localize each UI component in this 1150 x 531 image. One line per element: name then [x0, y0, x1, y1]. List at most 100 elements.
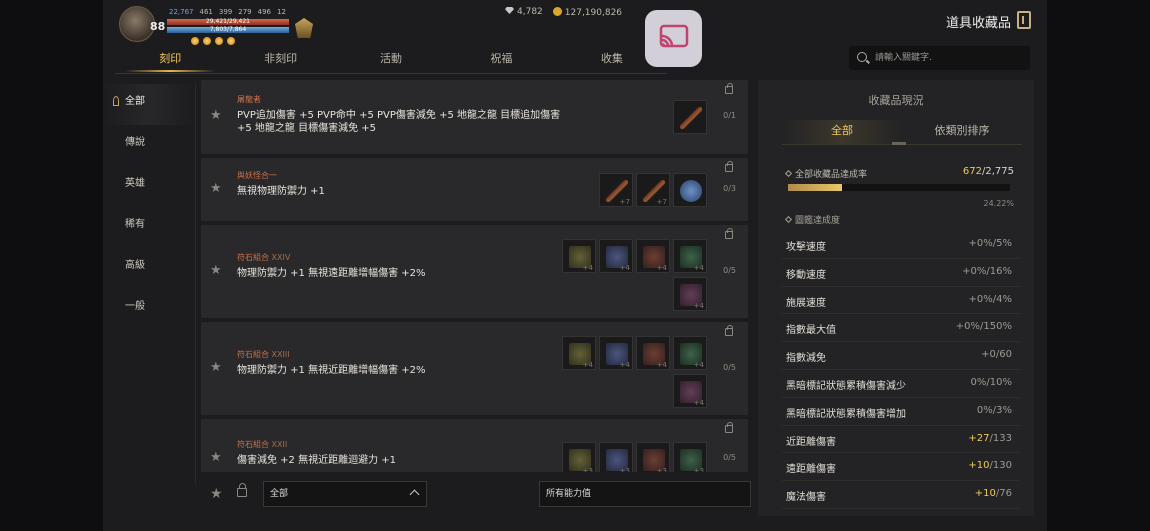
- item-slot[interactable]: +3: [673, 442, 707, 472]
- collection-item[interactable]: ★ 與妖怪合一無視物理防禦力 +1 0/3 +7 +7: [201, 158, 748, 221]
- ability-filter-dropdown[interactable]: 所有能力值: [539, 481, 751, 507]
- lock-icon[interactable]: [725, 325, 733, 336]
- tab-engraved[interactable]: 刻印: [115, 44, 225, 74]
- item-slot[interactable]: +4: [673, 239, 707, 273]
- lock-icon[interactable]: [725, 161, 733, 172]
- stat-label: 黑暗標記狀態累積傷害減少: [786, 380, 906, 392]
- favorite-star-icon[interactable]: ★: [210, 263, 222, 278]
- stat-row: 施展速度 +0%/4%: [782, 287, 1020, 315]
- completion-rate-label: 全部收藏品達成率: [784, 167, 867, 180]
- item-slot[interactable]: +7: [599, 172, 633, 207]
- enhance-level: +4: [693, 264, 704, 272]
- stat-value: 0%/3%: [976, 404, 1012, 416]
- item-slot[interactable]: [673, 100, 707, 134]
- item-slot[interactable]: +4: [673, 277, 707, 311]
- item-slot[interactable]: +4: [599, 239, 633, 273]
- enhance-level: +7: [619, 197, 630, 206]
- favorite-star-icon[interactable]: ★: [210, 108, 222, 123]
- stat-row: 魔法傷害 +10/76: [782, 481, 1020, 509]
- stat-row: 黑暗標記狀態累積傷害增加 0%/3%: [782, 398, 1020, 426]
- search-icon[interactable]: [857, 52, 867, 62]
- mp-text: 7,803/7,864: [167, 27, 289, 33]
- category-hero[interactable]: 英雄: [103, 166, 195, 207]
- item-slot[interactable]: +4: [673, 374, 707, 408]
- tab-blessing[interactable]: 祝福: [446, 44, 556, 74]
- category-divider: [195, 84, 196, 484]
- item-name: 與妖怪合一: [237, 170, 277, 181]
- item-slot[interactable]: +4: [562, 336, 596, 370]
- item-slot[interactable]: +4: [673, 336, 707, 370]
- stat-row: 近距離傷害 +27/133: [782, 426, 1020, 454]
- grade-filter-dropdown[interactable]: 全部: [263, 481, 427, 507]
- lock-icon[interactable]: [725, 83, 733, 94]
- selected-marker-icon: [113, 96, 119, 106]
- stat-label: 遠距離傷害: [786, 464, 836, 476]
- category-normal[interactable]: 一般: [103, 289, 195, 330]
- item-slot[interactable]: +3: [562, 442, 596, 472]
- guild-emblem-icon[interactable]: [295, 18, 313, 38]
- category-all[interactable]: 全部: [103, 84, 195, 125]
- collection-item[interactable]: ★ 符石組合 XXIII 物理防禦力 +1 無視近距離增幅傷害 +2% 0/5 +4 +4…: [201, 322, 748, 415]
- item-slot[interactable]: +4: [636, 336, 670, 370]
- collection-window: 88 22,767 461 399 279 496 12 29,421/29,4…: [103, 0, 1047, 531]
- search-box[interactable]: [849, 46, 1030, 70]
- enhance-level: +7: [656, 197, 667, 206]
- stat-value: +0%/16%: [962, 265, 1012, 277]
- enhance-level: +3: [656, 467, 667, 472]
- lock-icon[interactable]: [725, 228, 733, 239]
- tab-non-engraved[interactable]: 非刻印: [225, 44, 335, 74]
- player-level: 88: [150, 20, 166, 33]
- item-effect-text: 物理防禦力 +1 無視遠距離增幅傷害 +2%: [237, 267, 426, 279]
- panel-tab-by-category[interactable]: 依類別排序: [902, 120, 1022, 144]
- stat-label: 施展速度: [786, 297, 826, 309]
- tab-collect[interactable]: 收集: [557, 44, 667, 74]
- item-effect-text: 無視物理防禦力 +1: [237, 185, 325, 197]
- gold-count: 127,190,826: [552, 7, 622, 18]
- item-name: 符石組合 XXIV: [237, 252, 290, 263]
- favorite-filter-star-icon[interactable]: ★: [210, 486, 223, 502]
- lock-filter-icon[interactable]: [237, 483, 247, 497]
- codex-section-label: 圖鑑達成度: [784, 213, 840, 226]
- tab-event[interactable]: 活動: [336, 44, 446, 74]
- enhance-level: +4: [656, 361, 667, 369]
- item-slot[interactable]: +3: [636, 442, 670, 472]
- enhance-level: +4: [693, 302, 704, 310]
- item-slot[interactable]: +3: [599, 442, 633, 472]
- collection-book-icon[interactable]: [1017, 11, 1031, 29]
- item-slot[interactable]: +4: [562, 239, 596, 273]
- favorite-star-icon[interactable]: ★: [210, 360, 222, 375]
- collection-item[interactable]: ★ 符石組合 XXII 傷害減免 +2 無視近距離迴避力 +1 0/5 +3 +3 +3 +3: [201, 419, 748, 472]
- item-slot[interactable]: +4: [636, 239, 670, 273]
- item-progress-count: 0/3: [723, 183, 736, 193]
- lock-icon[interactable]: [725, 422, 733, 433]
- stat-label: 指數最大值: [786, 325, 836, 337]
- enhance-level: +3: [619, 467, 630, 472]
- item-name: 符石組合 XXIII: [237, 349, 290, 360]
- collection-status-panel: 收藏品現況 全部 依類別排序 全部收藏品達成率 672/2,775 24.22%…: [758, 80, 1034, 516]
- item-slot[interactable]: +7: [636, 172, 670, 207]
- stat-row: 指數減免 +0/60: [782, 342, 1020, 370]
- tabs-divider: [115, 73, 667, 74]
- enhance-level: +4: [619, 264, 630, 272]
- collection-list[interactable]: ★ 屠龍者 PVP追加傷害 +5 PVP命中 +5 PVP傷害減免 +5 地龍之龍 …: [201, 80, 748, 472]
- gold-coin-icon: [552, 7, 562, 16]
- enhance-level: +4: [693, 361, 704, 369]
- stat-other: 12: [277, 8, 286, 16]
- panel-tab-all[interactable]: 全部: [782, 120, 902, 144]
- item-name-numeral: XXIII: [269, 349, 290, 359]
- collection-item[interactable]: ★ 屠龍者 PVP追加傷害 +5 PVP命中 +5 PVP傷害減免 +5 地龍之龍 …: [201, 80, 748, 154]
- favorite-star-icon[interactable]: ★: [210, 181, 222, 196]
- collection-item[interactable]: ★ 符石組合 XXIV 物理防禦力 +1 無視遠距離增幅傷害 +2% 0/5 +4 +4 +…: [201, 225, 748, 318]
- item-name-numeral: XXIV: [269, 252, 291, 262]
- search-input[interactable]: [875, 46, 1025, 70]
- category-rare[interactable]: 稀有: [103, 207, 195, 248]
- item-effect-text: 物理防禦力 +1 無視近距離增幅傷害 +2%: [237, 364, 426, 376]
- stat-label: 移動速度: [786, 269, 826, 281]
- favorite-star-icon[interactable]: ★: [210, 450, 222, 465]
- stat-evasion: 496: [257, 8, 271, 16]
- enhance-level: +4: [619, 361, 630, 369]
- category-legend[interactable]: 傳說: [103, 125, 195, 166]
- item-slot[interactable]: [673, 172, 707, 207]
- item-slot[interactable]: +4: [599, 336, 633, 370]
- category-advanced[interactable]: 高級: [103, 248, 195, 289]
